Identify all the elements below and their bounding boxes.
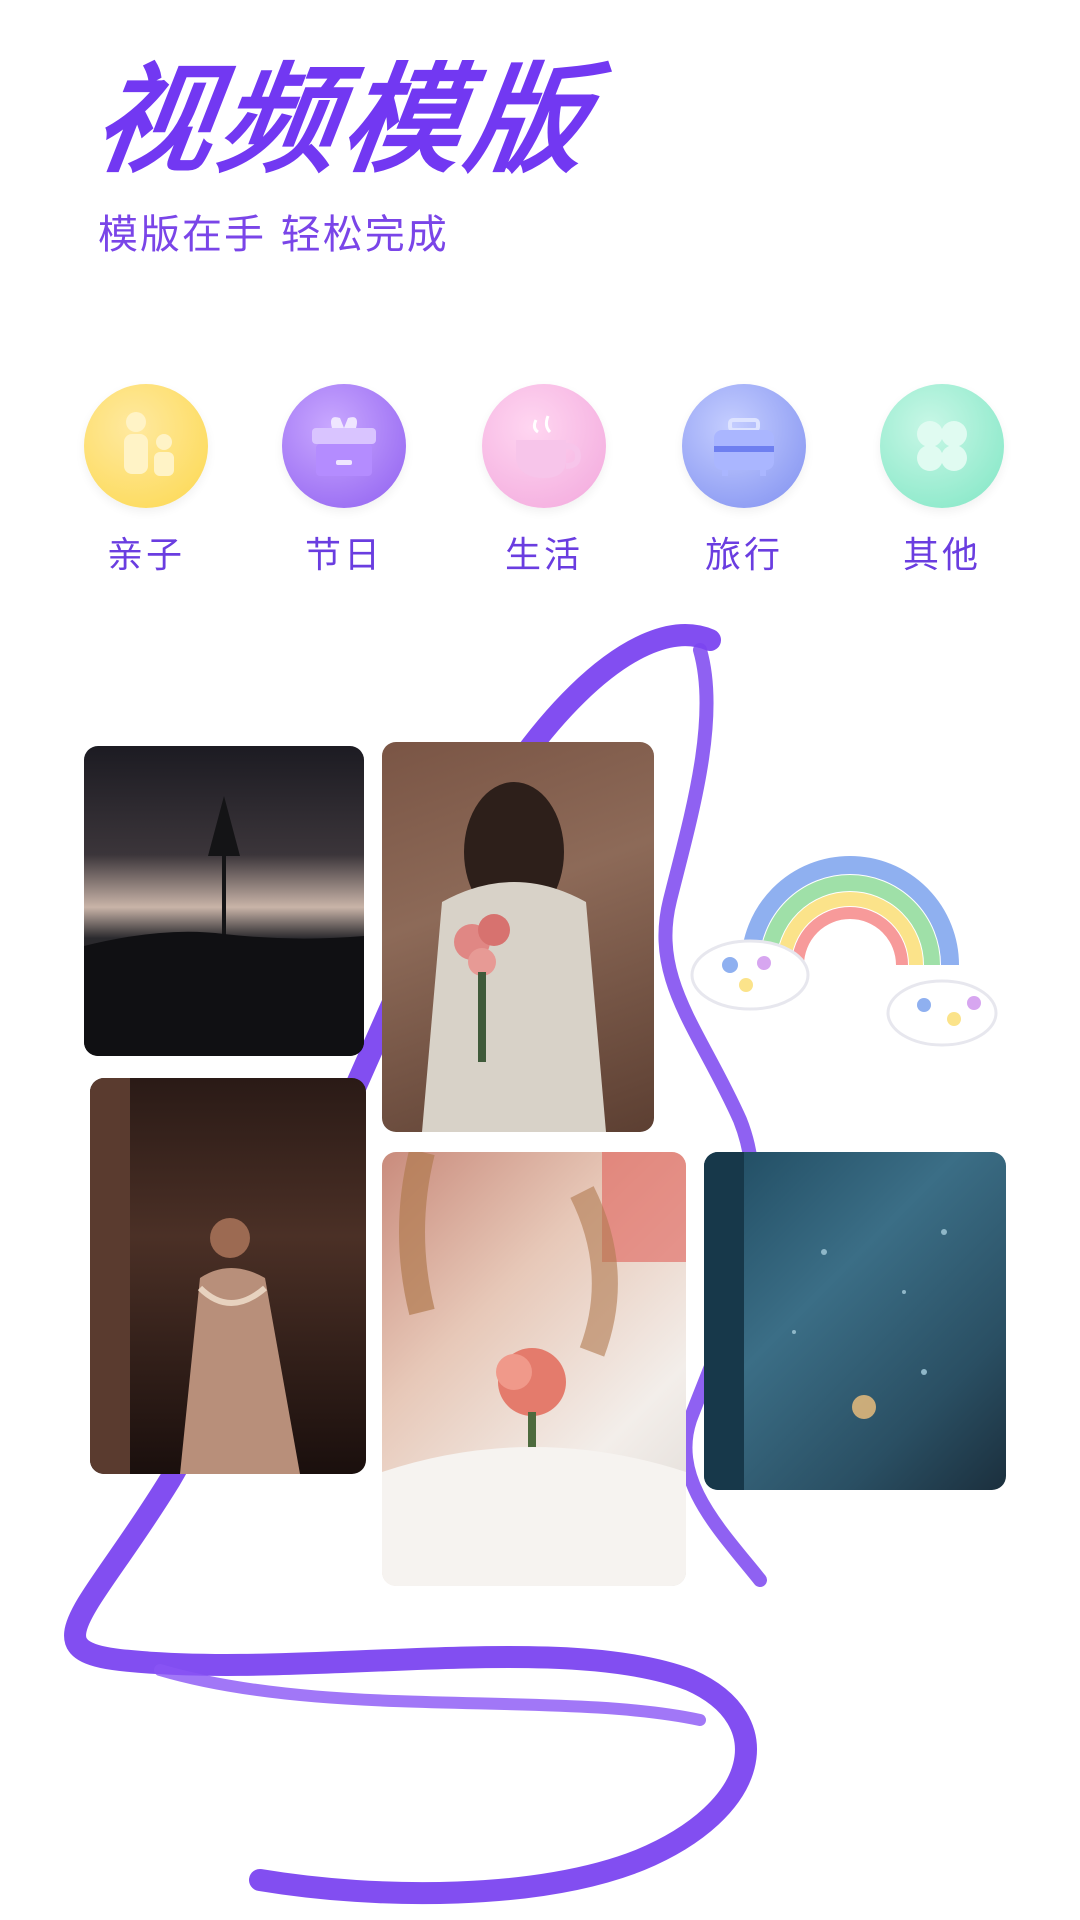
page-title: 视频模版	[86, 51, 602, 189]
category-label: 亲子	[106, 535, 185, 576]
coffee-cup-icon	[482, 384, 606, 508]
rainy-window-photo[interactable]	[704, 1152, 1006, 1490]
clover-icon	[880, 384, 1004, 508]
dress-woman-photo[interactable]	[90, 1078, 366, 1474]
category-other[interactable]: 其他	[862, 384, 1022, 578]
category-label: 旅行	[704, 535, 783, 576]
category-life[interactable]: 生活	[464, 384, 624, 578]
category-label: 生活	[504, 535, 583, 576]
lone-tree-photo[interactable]	[84, 746, 364, 1056]
category-holiday[interactable]: 节日	[264, 384, 424, 578]
rainbow-sticker	[690, 856, 998, 1047]
category-row: 亲子 节日 生活 旅行 其他	[0, 384, 1080, 584]
category-parent-child[interactable]: 亲子	[66, 384, 226, 578]
parent-child-icon	[84, 384, 208, 508]
gift-icon	[282, 384, 406, 508]
category-travel[interactable]: 旅行	[664, 384, 824, 578]
suitcase-icon	[682, 384, 806, 508]
page-subtitle: 模版在手 轻松完成	[98, 212, 449, 258]
rose-jacket-photo[interactable]	[382, 742, 654, 1132]
category-label: 节日	[304, 535, 383, 576]
category-label: 其他	[902, 535, 981, 576]
rose-chest-photo[interactable]	[382, 1152, 686, 1586]
